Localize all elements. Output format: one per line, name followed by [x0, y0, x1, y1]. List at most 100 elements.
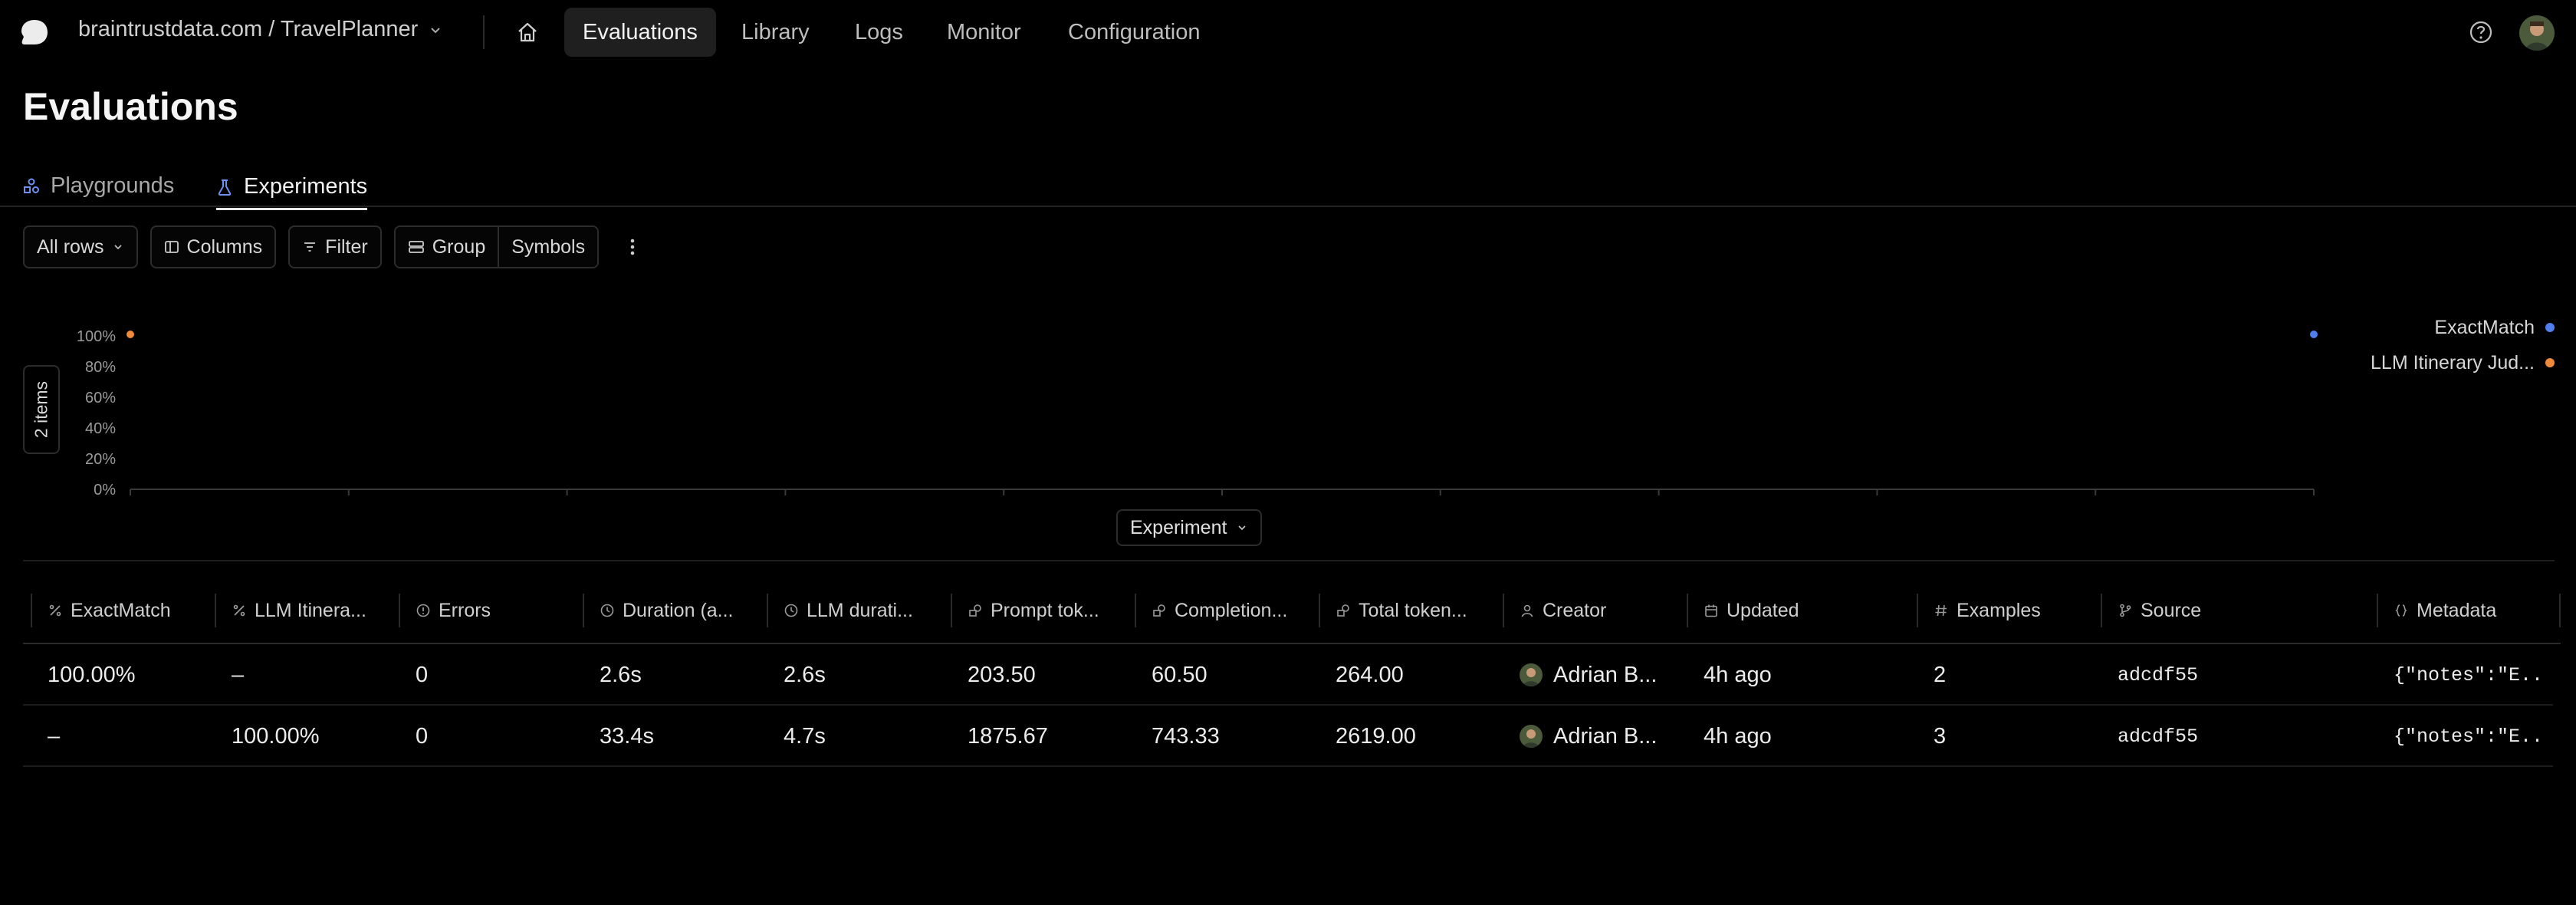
cell-updated: 4h ago	[1704, 706, 1903, 767]
column-header-label: Source	[2141, 599, 2202, 621]
clock-icon	[600, 604, 614, 617]
calendar-icon	[1705, 604, 1717, 617]
nav-tab-library[interactable]: Library	[723, 8, 828, 57]
column-separator[interactable]	[583, 594, 584, 627]
column-header-examples[interactable]: Examples	[1934, 587, 2095, 634]
column-header-label: Total token...	[1359, 599, 1467, 621]
symbols-button[interactable]: Symbols	[498, 227, 598, 267]
cell-completion: 60.50	[1152, 644, 1305, 706]
cell-value: 2.6s	[784, 662, 826, 687]
x-axis-selector[interactable]: Experiment	[1116, 509, 1263, 546]
table-row[interactable]: 100.00% – 0 2.6s 2.6s 203.50 60.50 264.00 Adrian…	[23, 644, 2553, 706]
coins-icon	[1337, 604, 1349, 617]
toolbar: All rows Columns Filter Group Symbols	[23, 225, 648, 268]
column-header-errors[interactable]: Errors	[416, 587, 577, 634]
coins-icon	[1153, 604, 1165, 617]
home-button[interactable]	[511, 15, 544, 49]
nav-tab-monitor[interactable]: Monitor	[928, 8, 1040, 57]
column-separator[interactable]	[1135, 594, 1136, 627]
cell-updated: 4h ago	[1704, 644, 1903, 706]
column-separator[interactable]	[2377, 594, 2378, 627]
page-title: Evaluations	[23, 85, 238, 128]
cell-value: 743.33	[1152, 723, 1220, 749]
column-header-label: LLM durati...	[807, 599, 913, 621]
column-header-label: Errors	[439, 599, 491, 621]
percent-icon	[233, 604, 245, 617]
cell-examples: 3	[1934, 706, 2087, 767]
cell-duration-a: 33.4s	[600, 706, 753, 767]
cell-prompt-tok: 203.50	[968, 644, 1121, 706]
user-avatar[interactable]	[2519, 15, 2555, 51]
cell-source: adcdf55	[2118, 644, 2363, 706]
column-separator[interactable]	[1917, 594, 1918, 627]
alert-circle-icon	[416, 604, 430, 617]
percent-icon	[49, 604, 61, 617]
tab-playgrounds[interactable]: Playgrounds	[23, 166, 174, 206]
braces-icon	[2395, 604, 2407, 617]
top-nav: braintrustdata.com / TravelPlanner Evalu…	[0, 0, 2576, 64]
column-header-llm-itinera[interactable]: LLM Itinera...	[232, 587, 393, 634]
group-icon	[408, 241, 424, 253]
cell-creator: Adrian B...	[1520, 706, 1673, 767]
column-separator[interactable]	[1319, 594, 1320, 627]
column-header-duration-a[interactable]: Duration (a...	[600, 587, 761, 634]
column-header-label: Duration (a...	[623, 599, 734, 621]
braintrust-logo-icon[interactable]	[20, 18, 49, 46]
project-switcher[interactable]: braintrustdata.com / TravelPlanner	[78, 17, 442, 42]
y-tick-label: 20%	[85, 451, 116, 468]
cell-total-token: 2619.00	[1336, 706, 1489, 767]
column-separator[interactable]	[2559, 594, 2561, 627]
cell-value: {"notes":"E...	[2394, 725, 2547, 748]
cell-value: Adrian B...	[1553, 723, 1658, 749]
column-separator[interactable]	[2101, 594, 2102, 627]
cell-metadata: {"notes":"E...	[2394, 706, 2547, 767]
column-header-creator[interactable]: Creator	[1520, 587, 1681, 634]
more-options-button[interactable]	[617, 225, 648, 268]
nav-tab-configuration[interactable]: Configuration	[1050, 8, 1219, 57]
column-separator[interactable]	[399, 594, 400, 627]
legend-dot	[2545, 358, 2555, 367]
symbols-label: Symbols	[511, 235, 586, 258]
nav-tab-logs[interactable]: Logs	[836, 8, 922, 57]
column-separator[interactable]	[1503, 594, 1504, 627]
column-separator[interactable]	[951, 594, 952, 627]
column-header-exactmatch[interactable]: ExactMatch	[48, 587, 209, 634]
column-header-source[interactable]: Source	[2118, 587, 2371, 634]
column-separator[interactable]	[215, 594, 216, 627]
cell-errors: 0	[416, 644, 569, 706]
cell-value: 0	[416, 662, 429, 687]
scores-chart: 0% 20% 40% 60% 80% 100%	[77, 328, 2318, 499]
filter-button[interactable]: Filter	[288, 225, 382, 268]
column-header-completion[interactable]: Completion...	[1152, 587, 1313, 634]
help-icon[interactable]	[2466, 17, 2496, 48]
all-rows-dropdown[interactable]: All rows	[23, 225, 138, 268]
shapes-icon	[24, 178, 39, 193]
column-header-label: Metadata	[2417, 599, 2497, 621]
filter-label: Filter	[325, 235, 368, 258]
columns-label: Columns	[186, 235, 263, 258]
table-row[interactable]: – 100.00% 0 33.4s 4.7s 1875.67 743.33 2619.00 Ad…	[23, 706, 2553, 767]
data-point-llm-itinerary-jud	[127, 331, 134, 338]
cell-value: 33.4s	[600, 723, 654, 749]
nav-tab-evaluations[interactable]: Evaluations	[564, 8, 716, 57]
cell-value: 2.6s	[600, 662, 642, 687]
column-header-updated[interactable]: Updated	[1704, 587, 1911, 634]
column-separator[interactable]	[1687, 594, 1688, 627]
column-separator[interactable]	[31, 594, 32, 627]
group-label: Group	[432, 235, 486, 258]
y-tick-label: 80%	[85, 359, 116, 376]
tab-experiments[interactable]: Experiments	[216, 166, 368, 210]
tab-playgrounds-label: Playgrounds	[51, 173, 175, 198]
group-button[interactable]: Group	[395, 227, 498, 267]
legend-dot	[2545, 323, 2555, 332]
column-header-metadata[interactable]: Metadata	[2394, 587, 2555, 634]
column-header-total-token[interactable]: Total token...	[1336, 587, 1497, 634]
legend-item[interactable]: ExactMatch	[2371, 310, 2555, 345]
column-header-llm-durati[interactable]: LLM durati...	[784, 587, 945, 634]
column-separator[interactable]	[767, 594, 768, 627]
legend-label: LLM Itinerary Jud...	[2371, 351, 2535, 374]
column-header-prompt-tok[interactable]: Prompt tok...	[968, 587, 1129, 634]
columns-button[interactable]: Columns	[150, 225, 277, 268]
legend-item[interactable]: LLM Itinerary Jud...	[2371, 345, 2555, 380]
tab-experiments-label: Experiments	[244, 174, 368, 199]
